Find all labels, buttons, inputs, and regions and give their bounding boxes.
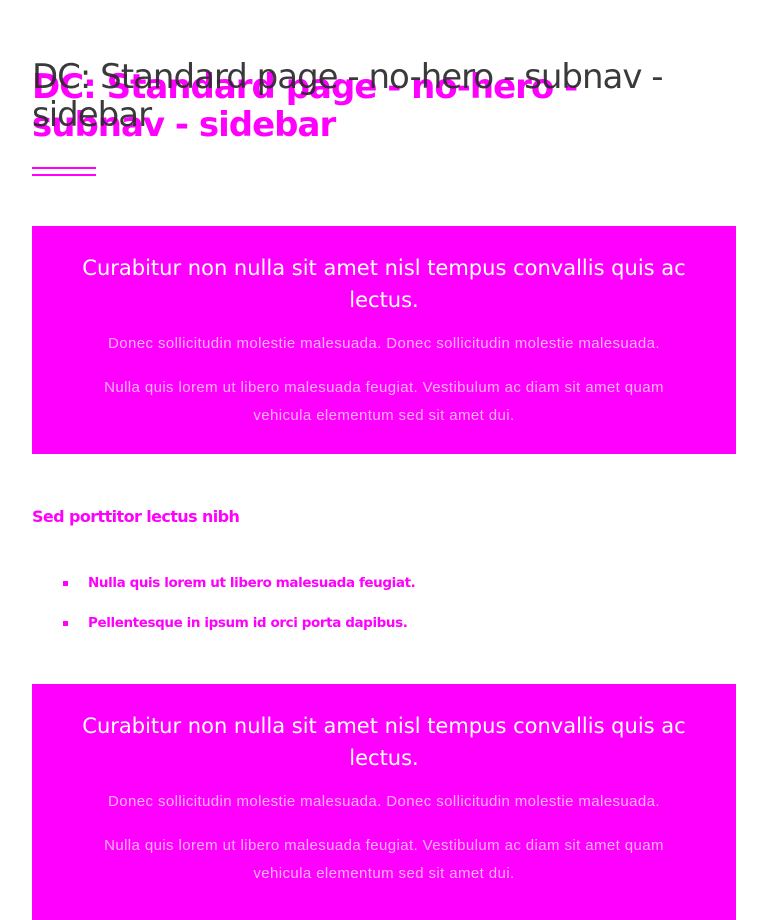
bullet-icon	[63, 621, 68, 626]
callout-box: Curabitur non nulla sit amet nisl tempus…	[32, 226, 736, 454]
callout-heading: Curabitur non nulla sit amet nisl tempus…	[82, 256, 686, 312]
list-item: Pellentesque in ipsum id orci porta dapi…	[32, 612, 712, 652]
page-title: DC: Standard page - no-hero - subnav - s…	[32, 57, 664, 135]
divider-line	[32, 167, 96, 169]
bullet-list: Nulla quis lorem ut libero malesuada feu…	[32, 572, 712, 652]
list-item-text: Nulla quis lorem ut libero malesuada feu…	[88, 575, 416, 591]
divider-line	[32, 174, 96, 176]
page: DC: Standard page - no-hero - subnav - s…	[0, 0, 768, 920]
callout-paragraph: Donec sollicitudin molestie malesuada. D…	[108, 335, 660, 352]
page-title-block: DC: Standard page - no-hero - subnav - s…	[32, 57, 712, 144]
list-item-text: Pellentesque in ipsum id orci porta dapi…	[88, 615, 408, 631]
callout-paragraph: Nulla quis lorem ut libero malesuada feu…	[104, 837, 664, 882]
bullet-icon	[63, 581, 68, 586]
title-underline-divider	[32, 167, 96, 177]
callout-paragraph: Donec sollicitudin molestie malesuada. D…	[108, 793, 660, 810]
callout-paragraph: Nulla quis lorem ut libero malesuada feu…	[104, 379, 664, 424]
section-heading: Sed porttitor lectus nibh	[32, 507, 240, 526]
callout-box: Curabitur non nulla sit amet nisl tempus…	[32, 684, 736, 920]
callout-heading: Curabitur non nulla sit amet nisl tempus…	[82, 714, 686, 770]
list-item: Nulla quis lorem ut libero malesuada feu…	[32, 572, 712, 612]
